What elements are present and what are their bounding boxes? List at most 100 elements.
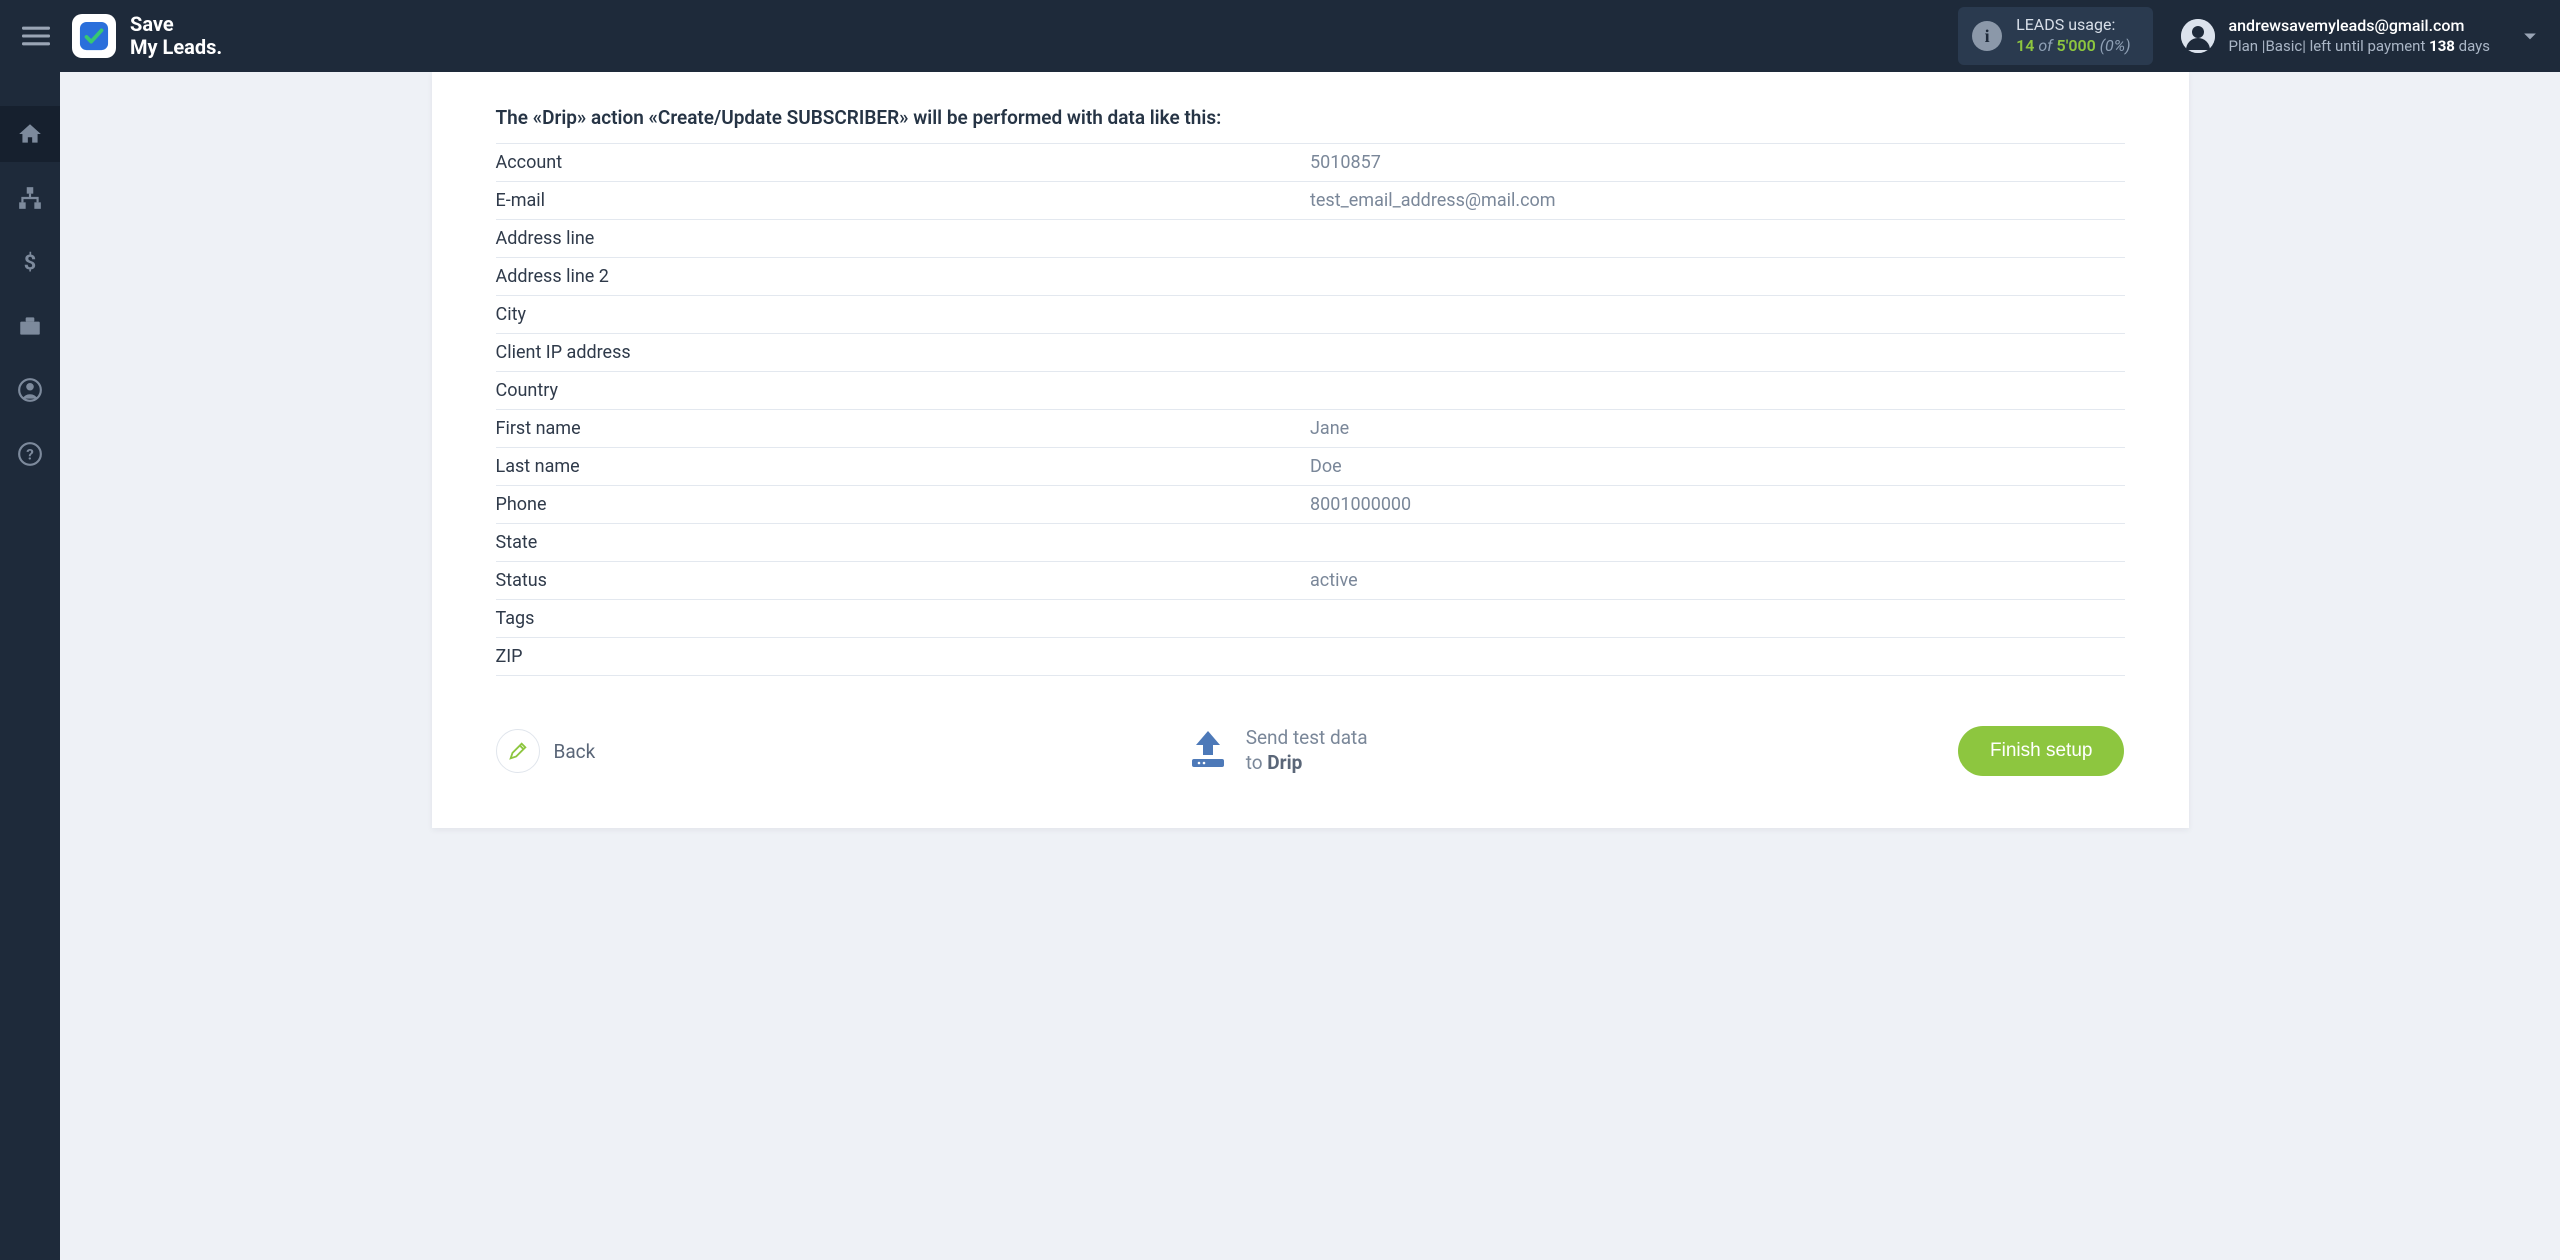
leads-usage-box: i LEADS usage: 14 of 5'000 (0%) (1958, 7, 2152, 65)
send-line2-bold: Drip (1267, 751, 1302, 774)
brand-line1: Save (130, 13, 222, 36)
row-value: Jane (1310, 418, 2125, 439)
usage-pct: (0%) (2100, 36, 2131, 55)
finish-setup-button[interactable]: Finish setup (1958, 726, 2124, 776)
data-row: City (496, 296, 2125, 334)
row-value (1310, 304, 2125, 325)
avatar (2181, 19, 2215, 53)
info-icon: i (1972, 21, 2002, 51)
send-test-button[interactable]: Send test data to Drip (1186, 726, 1368, 775)
row-value (1310, 608, 2125, 629)
card-footer: Back Send test data to Drip Fi (496, 726, 2125, 776)
sitemap-icon (17, 185, 43, 211)
data-row: Account5010857 (496, 144, 2125, 182)
app-logo (72, 14, 116, 58)
chevron-down-icon (2520, 26, 2540, 46)
data-row: E-mailtest_email_address@mail.com (496, 182, 2125, 220)
send-line2: to Drip (1246, 751, 1368, 776)
usage-title: LEADS usage: (2016, 15, 2130, 36)
svg-text:$: $ (24, 251, 36, 275)
row-label: Address line 2 (496, 266, 1311, 287)
usage-values: 14 of 5'000 (0%) (2016, 36, 2130, 57)
data-row: First nameJane (496, 410, 2125, 448)
data-row: ZIP (496, 638, 2125, 676)
briefcase-icon (17, 313, 43, 339)
preview-card: The «Drip» action «Create/Update SUBSCRI… (432, 72, 2189, 828)
row-label: Address line (496, 228, 1311, 249)
row-label: Country (496, 380, 1311, 401)
row-label: City (496, 304, 1311, 325)
row-value: active (1310, 570, 2125, 591)
page: The «Drip» action «Create/Update SUBSCRI… (60, 72, 2560, 1260)
home-icon (17, 121, 43, 147)
user-circle-icon (17, 377, 43, 403)
brand-line2: My Leads. (130, 36, 222, 59)
menu-toggle-button[interactable] (0, 0, 72, 72)
row-value: test_email_address@mail.com (1310, 190, 2125, 211)
row-value: Doe (1310, 456, 2125, 477)
row-value: 5010857 (1310, 152, 2125, 173)
account-email: andrewsavemyleads@gmail.com (2229, 16, 2490, 37)
sidebar: $ ? (0, 72, 60, 1260)
back-button[interactable]: Back (496, 729, 596, 773)
brand-text: Save My Leads. (130, 13, 222, 59)
topbar: Save My Leads. i LEADS usage: 14 of 5'00… (0, 0, 2560, 72)
back-icon-circle (496, 729, 540, 773)
row-value (1310, 266, 2125, 287)
row-value (1310, 228, 2125, 249)
usage-used: 14 (2016, 36, 2034, 55)
sidebar-item-briefcase[interactable] (0, 298, 60, 354)
row-value (1310, 646, 2125, 667)
plan-prefix: Plan |Basic| left until payment (2229, 37, 2430, 55)
sidebar-item-billing[interactable]: $ (0, 234, 60, 290)
account-box[interactable]: andrewsavemyleads@gmail.com Plan |Basic|… (2181, 16, 2490, 56)
usage-text: LEADS usage: 14 of 5'000 (0%) (2016, 15, 2130, 57)
row-label: First name (496, 418, 1311, 439)
row-label: Status (496, 570, 1311, 591)
dollar-icon: $ (17, 249, 43, 275)
preview-heading: The «Drip» action «Create/Update SUBSCRI… (496, 92, 2125, 144)
data-row: Statusactive (496, 562, 2125, 600)
send-line2-prefix: to (1246, 751, 1268, 774)
hamburger-icon (22, 22, 50, 50)
svg-text:?: ? (26, 445, 34, 463)
data-row: Last nameDoe (496, 448, 2125, 486)
account-text: andrewsavemyleads@gmail.com Plan |Basic|… (2229, 16, 2490, 56)
plan-suffix: days (2455, 37, 2490, 55)
send-line1: Send test data (1246, 726, 1368, 751)
usage-of: of (2038, 36, 2052, 55)
user-icon (2181, 19, 2215, 53)
account-menu-toggle[interactable] (2500, 0, 2560, 72)
sidebar-item-profile[interactable] (0, 362, 60, 418)
data-row: Tags (496, 600, 2125, 638)
usage-total: 5'000 (2057, 36, 2096, 55)
back-label: Back (554, 740, 596, 763)
upload-icon (1186, 729, 1230, 773)
row-label: State (496, 532, 1311, 553)
row-label: Client IP address (496, 342, 1311, 363)
row-value (1310, 380, 2125, 401)
row-label: E-mail (496, 190, 1311, 211)
row-label: Tags (496, 608, 1311, 629)
pencil-icon (507, 740, 529, 762)
sidebar-item-help[interactable]: ? (0, 426, 60, 482)
send-text: Send test data to Drip (1246, 726, 1368, 775)
data-row: State (496, 524, 2125, 562)
sidebar-item-connections[interactable] (0, 170, 60, 226)
sidebar-item-home[interactable] (0, 106, 60, 162)
row-label: Last name (496, 456, 1311, 477)
row-value (1310, 532, 2125, 553)
logo-checkmark-icon (79, 21, 109, 51)
data-row: Address line 2 (496, 258, 2125, 296)
data-row: Address line (496, 220, 2125, 258)
row-value (1310, 342, 2125, 363)
plan-days: 138 (2429, 37, 2455, 55)
row-label: Phone (496, 494, 1311, 515)
row-label: Account (496, 152, 1311, 173)
row-value: 8001000000 (1310, 494, 2125, 515)
data-row: Phone8001000000 (496, 486, 2125, 524)
row-label: ZIP (496, 646, 1311, 667)
account-plan: Plan |Basic| left until payment 138 days (2229, 37, 2490, 57)
data-row: Client IP address (496, 334, 2125, 372)
data-row: Country (496, 372, 2125, 410)
